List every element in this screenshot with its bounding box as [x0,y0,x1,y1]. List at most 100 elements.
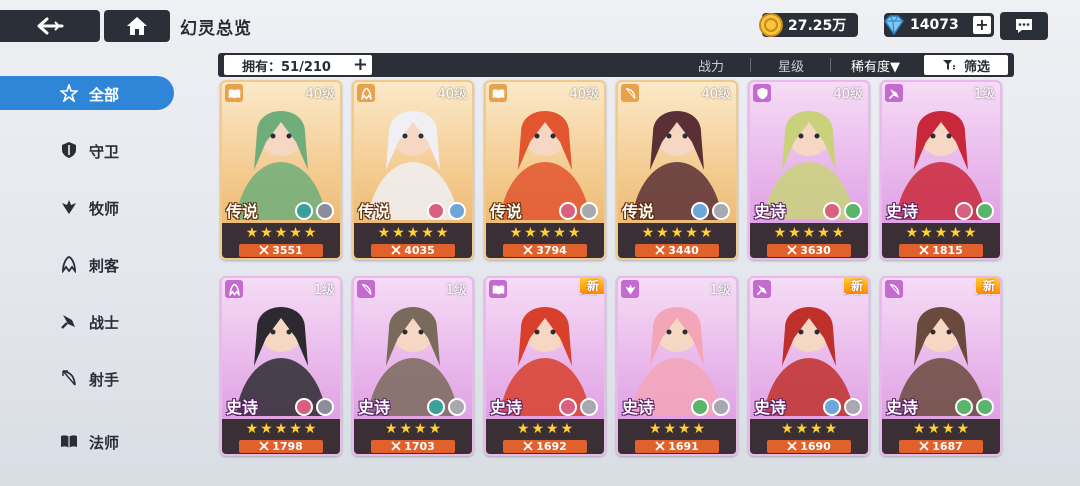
power-value: 1690 [800,439,831,453]
hero-level: 1级 [445,283,467,298]
bow-icon [361,283,372,295]
sidebar-item-label: 守卫 [89,143,120,161]
power-value: 1687 [932,439,963,453]
rarity-label: 史诗 [886,398,919,417]
star-rating: ★ ★ ★ ★ ★ [222,419,340,439]
star-icon: ★ [963,225,977,241]
book-icon [492,88,504,99]
crossed-swords-icon [655,441,665,451]
filter-button[interactable]: 筛选 [924,55,1008,75]
back-arrow-icon [37,17,64,35]
star-icon: ★ [949,225,962,241]
sword-icon [756,284,767,295]
element-icons [295,202,334,220]
power-value: 1691 [668,439,699,453]
element-icons [559,398,598,416]
power-bar: 1703 [354,438,472,454]
crossed-swords-icon [655,245,665,255]
hero-level: 40级 [305,87,335,102]
sidebar-item-guard[interactable]: 守卫 [0,133,174,167]
class-badge [489,84,507,102]
element-icons [427,202,466,220]
sidebar-item-warrior[interactable]: 战士 [0,304,174,338]
power-badge: 1691 [635,439,719,453]
power-badge: 1690 [767,439,851,453]
element-icon [691,202,709,220]
gold-coin-icon [759,13,783,37]
hero-level: 40级 [701,87,731,102]
new-badge: 新 [976,278,1000,294]
star-icon: ★ [824,421,838,437]
hero-card[interactable]: 40级 史诗 ★ ★ ★ ★ ★ 3630 [748,80,870,260]
hero-level: 1级 [313,283,335,298]
sidebar-item-archer[interactable]: 射手 [0,361,174,395]
element-icons [823,398,862,416]
gold-counter: 27.25万 [759,13,858,37]
class-badge [489,280,507,298]
element-icons [955,202,994,220]
star-icon: ★ [810,421,823,437]
class-badge [885,280,903,298]
hero-level: 1级 [973,87,995,102]
crossed-swords-icon [787,441,797,451]
hero-card[interactable]: 1级 新 史诗 ★★★★ 1687 [880,276,1002,456]
sort-rarity[interactable]: 稀有度▼ [851,56,900,75]
chat-bubble-icon [1016,19,1032,33]
star-icon: ★ [406,225,420,241]
star-icon: ★ [656,225,669,241]
sidebar-item-label: 刺客 [89,257,120,275]
hero-card[interactable]: 40级 传说 ★ ★ ★ ★ ★ 4035 [352,80,474,260]
power-value: 1703 [404,439,435,453]
sort-star[interactable]: 星级 [778,56,804,75]
class-badge [225,84,243,102]
hero-card[interactable]: 40级 传说 ★ ★ ★ ★ ★ 3551 [220,80,342,260]
hero-card[interactable]: 1级 史诗 ★ ★ ★ ★ ★ 1798 [220,276,342,456]
hero-grid: 40级 传说 ★ ★ ★ ★ ★ 3551 40级 传说 ★ ★ ★ ★ ★ 4… [220,80,1010,486]
star-icon: ★ [920,225,933,241]
star-icon: ★ [912,421,926,437]
sort-power[interactable]: 战力 [698,56,724,75]
star-icon: ★ [414,421,427,437]
hero-card[interactable]: 1级 新 史诗 ★★★★ 1692 [484,276,606,456]
class-badge [885,84,903,102]
bow-icon [889,283,900,295]
sidebar-item-all[interactable]: 全部 [0,76,174,110]
star-icon: ★ [780,421,794,437]
sidebar-item-assassin[interactable]: 刺客 [0,247,174,281]
hero-card[interactable]: 40级 传说 ★ ★ ★ ★ ★ 3440 [616,80,738,260]
chat-button[interactable] [1000,12,1048,40]
crossed-swords-icon [523,245,533,255]
owned-count[interactable]: 拥有：51/210 + [224,55,372,75]
star-icon: ★ [927,421,940,437]
power-badge: 1798 [239,439,323,453]
rarity-label: 史诗 [358,398,391,417]
sidebar-item-priest[interactable]: 牧师 [0,190,174,224]
element-icon [712,398,730,416]
hero-card[interactable]: 1级 新 史诗 ★★★★ 1690 [748,276,870,456]
element-icon [316,398,334,416]
add-gems-button[interactable]: + [973,16,991,34]
top-bar: 幻灵总览 27.25万 14073 + [0,0,1080,52]
star-icon: ★ [435,225,449,241]
hero-card[interactable]: 40级 传说 ★ ★ ★ ★ ★ 3794 [484,80,606,260]
power-bar: 1691 [618,438,736,454]
hero-card[interactable]: 1级 史诗 ★ ★ ★ ★ ★ 1815 [880,80,1002,260]
sidebar-item-mage[interactable]: 法师 [0,424,174,458]
hero-card[interactable]: 1级 史诗 ★ ★ ★ ★ 1691 [616,276,738,456]
rarity-label: 传说 [358,202,391,221]
rarity-label: 传说 [226,202,259,221]
back-button[interactable] [0,10,100,42]
hero-card[interactable]: 1级 史诗 ★ ★ ★ ★ 1703 [352,276,474,456]
star-rating: ★ ★ ★ ★ [618,419,736,439]
star-icon: ★ [692,421,706,437]
expand-capacity-button[interactable]: + [353,55,368,75]
book-icon [492,284,504,295]
star-rating: ★ ★ ★ ★ ★ [882,223,1000,243]
element-icon [580,398,598,416]
home-button[interactable] [104,10,170,42]
star-icon: ★ [817,225,830,241]
star-icon: ★ [260,421,273,437]
shield-icon [756,87,768,99]
star-icon: ★ [303,225,317,241]
shield-icon [62,142,76,158]
